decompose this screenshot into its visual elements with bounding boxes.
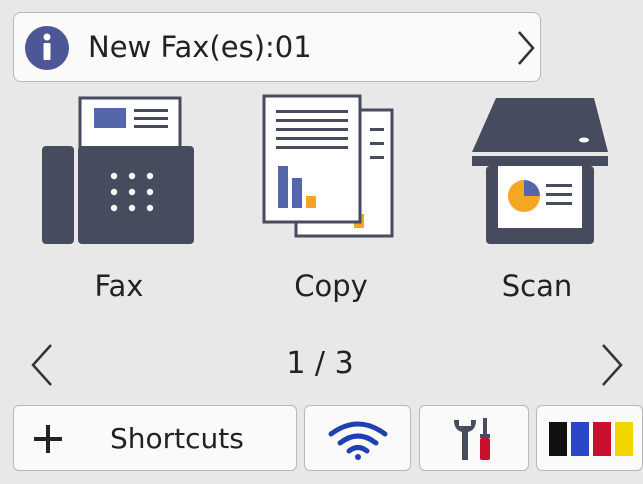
info-icon — [25, 26, 69, 70]
wifi-button[interactable] — [304, 405, 411, 471]
notification-message: New Fax(es):01 — [88, 30, 312, 64]
ink-levels-button[interactable] — [536, 405, 643, 471]
settings-tools-icon — [454, 418, 490, 460]
page-indicator: 1 / 3 — [286, 346, 354, 381]
new-fax-notification[interactable]: New Fax(es):01 — [13, 12, 541, 82]
copy-documents-icon — [262, 94, 394, 238]
shortcuts-button[interactable]: Shortcuts — [13, 405, 297, 471]
scan-tile[interactable]: Scan — [452, 94, 622, 324]
ink-levels-icon — [549, 422, 633, 456]
fax-machine-icon — [42, 96, 194, 244]
scan-label: Scan — [501, 269, 573, 303]
shortcuts-label: Shortcuts — [110, 422, 244, 455]
copy-tile[interactable]: Copy — [246, 94, 416, 324]
chevron-right-icon — [518, 31, 535, 65]
chevron-left-icon[interactable] — [30, 342, 54, 388]
settings-button[interactable] — [419, 405, 529, 471]
scanner-icon — [472, 98, 608, 244]
fax-tile[interactable]: Fax — [34, 94, 204, 324]
plus-icon — [34, 425, 62, 453]
copy-label: Copy — [294, 269, 368, 303]
wifi-icon — [328, 421, 388, 460]
chevron-right-icon[interactable] — [600, 342, 624, 388]
fax-label: Fax — [94, 269, 144, 303]
